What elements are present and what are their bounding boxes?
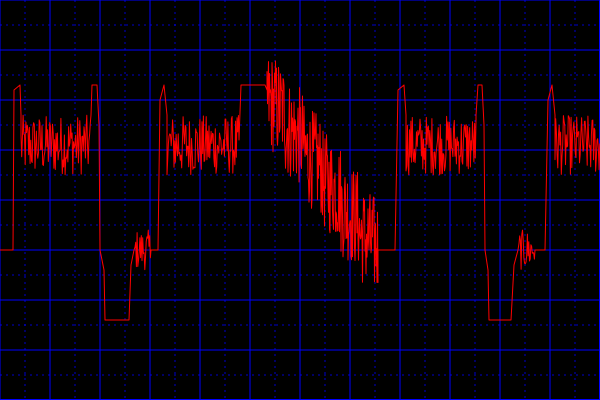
- oscilloscope-screen: [0, 0, 600, 400]
